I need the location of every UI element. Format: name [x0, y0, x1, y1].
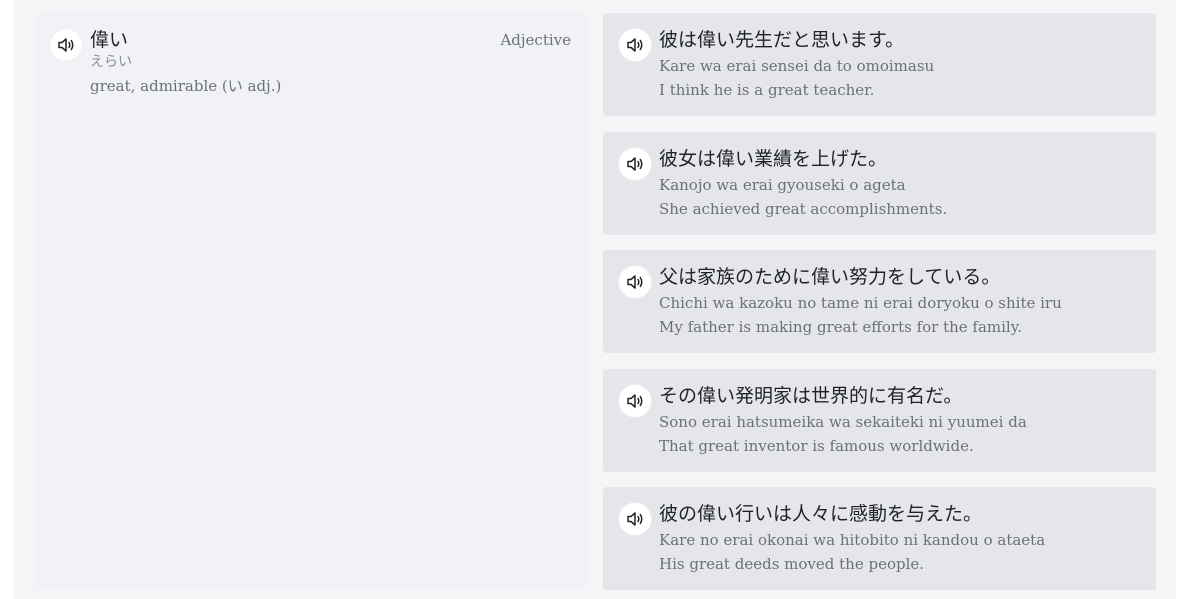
example-english: His great deeds moved the people.	[659, 555, 925, 573]
example-audio-button[interactable]	[619, 503, 651, 535]
example-audio-button[interactable]	[619, 385, 651, 417]
example-audio-button[interactable]	[619, 29, 651, 61]
speaker-icon	[625, 154, 645, 174]
speaker-icon	[56, 35, 76, 55]
example-audio-button[interactable]	[619, 148, 651, 180]
example-japanese: 彼は偉い先生だと思います。	[659, 29, 905, 51]
speaker-icon	[625, 391, 645, 411]
example-item: 彼の偉い行いは人々に感動を与えた。 Kare no erai okonai wa…	[603, 487, 1156, 590]
example-romaji: Kare wa erai sensei da to omoimasu	[659, 57, 935, 75]
word-kanji: 偉い	[90, 29, 129, 51]
speaker-icon	[625, 272, 645, 292]
example-japanese: 父は家族のために偉い努力をしている。	[659, 266, 1001, 288]
word-card: 偉い えらい great, admirable (い adj.) Adjecti…	[34, 13, 587, 590]
example-english: I think he is a great teacher.	[659, 81, 875, 99]
part-of-speech-label: Adjective	[500, 31, 571, 49]
example-audio-button[interactable]	[619, 266, 651, 298]
example-japanese: 彼女は偉い業績を上げた。	[659, 148, 888, 170]
word-audio-button[interactable]	[50, 29, 82, 61]
word-meaning: great, admirable (い adj.)	[90, 77, 282, 95]
example-item: 彼は偉い先生だと思います。 Kare wa erai sensei da to …	[603, 13, 1156, 116]
example-romaji: Chichi wa kazoku no tame ni erai doryoku…	[659, 294, 1062, 312]
example-english: My father is making great efforts for th…	[659, 318, 1022, 336]
example-item: その偉い発明家は世界的に有名だ。 Sono erai hatsumeika wa…	[603, 369, 1156, 472]
example-item: 彼女は偉い業績を上げた。 Kanojo wa erai gyouseki o a…	[603, 132, 1156, 235]
example-romaji: Kare no erai okonai wa hitobito ni kando…	[659, 531, 1046, 549]
example-item: 父は家族のために偉い努力をしている。 Chichi wa kazoku no t…	[603, 250, 1156, 353]
example-japanese: その偉い発明家は世界的に有名だ。	[659, 385, 963, 407]
example-romaji: Kanojo wa erai gyouseki o ageta	[659, 176, 906, 194]
example-romaji: Sono erai hatsumeika wa sekaiteki ni yuu…	[659, 413, 1027, 431]
word-reading: えらい	[90, 54, 132, 70]
speaker-icon	[625, 509, 645, 529]
example-english: That great inventor is famous worldwide.	[659, 437, 974, 455]
example-english: She achieved great accomplishments.	[659, 200, 948, 218]
speaker-icon	[625, 35, 645, 55]
example-japanese: 彼の偉い行いは人々に感動を与えた。	[659, 503, 983, 525]
